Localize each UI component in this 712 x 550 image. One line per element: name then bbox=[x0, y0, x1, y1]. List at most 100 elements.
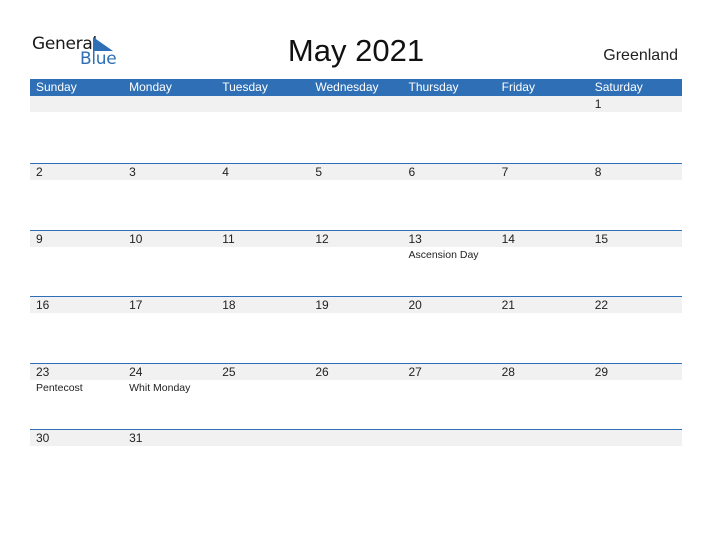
day-cell[interactable]: 24 Whit Monday bbox=[123, 364, 216, 430]
day-number: 4 bbox=[222, 165, 229, 179]
day-number: 2 bbox=[36, 165, 43, 179]
calendar-weeks: 1 2 3 4 5 6 7 8 9 10 11 12 13 Ascension Day 14 15 16 17 18… bbox=[30, 96, 682, 496]
day-number bbox=[595, 430, 682, 446]
day-cell[interactable]: 21 bbox=[496, 297, 589, 363]
weekday-header: Sunday Monday Tuesday Wednesday Thursday Frid… bbox=[30, 79, 682, 96]
day-number: 9 bbox=[36, 231, 43, 246]
holiday-label: Ascension Day bbox=[408, 248, 479, 261]
day-cell[interactable]: 30 bbox=[30, 430, 123, 496]
day-number: 25 bbox=[222, 364, 236, 379]
day-cell[interactable]: 11 bbox=[216, 231, 309, 297]
day-cell[interactable]: 31 bbox=[123, 430, 216, 496]
day-cell[interactable]: 26 bbox=[309, 364, 402, 430]
weekday-tuesday: Tuesday bbox=[222, 80, 268, 94]
day-number: 20 bbox=[408, 298, 422, 312]
day-cell[interactable]: 5 bbox=[309, 164, 402, 230]
day-number bbox=[36, 96, 123, 112]
day-number bbox=[502, 96, 589, 112]
day-number bbox=[409, 430, 496, 446]
holiday-label: Whit Monday bbox=[129, 381, 191, 394]
empty-day-cell bbox=[30, 96, 123, 163]
day-number: 21 bbox=[501, 298, 515, 312]
weekday-saturday: Saturday bbox=[594, 80, 643, 94]
weekday-wednesday: Wednesday bbox=[315, 80, 379, 94]
day-cell[interactable]: 12 bbox=[309, 231, 402, 297]
day-cell[interactable]: 10 bbox=[123, 231, 216, 297]
day-cell[interactable]: 28 bbox=[496, 364, 589, 430]
day-cell[interactable]: 8 bbox=[589, 164, 682, 230]
day-number bbox=[315, 430, 402, 446]
day-cell[interactable]: 9 bbox=[30, 231, 123, 297]
week-row: 1 bbox=[30, 96, 682, 163]
day-number: 23 bbox=[36, 364, 50, 379]
empty-day-cell bbox=[589, 430, 682, 496]
day-number bbox=[222, 430, 309, 446]
day-number: 10 bbox=[129, 231, 143, 246]
day-number: 19 bbox=[315, 298, 329, 312]
day-number: 14 bbox=[501, 231, 515, 246]
day-number: 29 bbox=[594, 364, 609, 379]
day-number: 18 bbox=[222, 298, 236, 312]
day-number: 8 bbox=[594, 165, 602, 179]
weekday-thursday: Thursday bbox=[408, 80, 459, 94]
day-cell[interactable]: 1 bbox=[589, 96, 682, 163]
day-number: 6 bbox=[408, 165, 416, 179]
empty-day-cell bbox=[309, 430, 402, 496]
weekday-friday: Friday bbox=[501, 80, 535, 94]
day-cell[interactable]: 23 Pentecost bbox=[30, 364, 123, 430]
day-cell[interactable]: 15 bbox=[589, 231, 682, 297]
day-cell[interactable]: 3 bbox=[123, 164, 216, 230]
day-number: 26 bbox=[315, 364, 329, 379]
day-number: 24 bbox=[129, 364, 143, 379]
calendar-grid: Sunday Monday Tuesday Wednesday Thursday Frid… bbox=[30, 79, 682, 496]
day-cell[interactable]: 6 bbox=[403, 164, 496, 230]
week-row: 9 10 11 12 13 Ascension Day 14 15 bbox=[30, 229, 682, 297]
empty-day-cell bbox=[496, 96, 589, 163]
day-cell[interactable]: 22 bbox=[589, 297, 682, 363]
day-number bbox=[409, 96, 496, 112]
day-cell[interactable]: 27 bbox=[403, 364, 496, 430]
day-number: 30 bbox=[36, 431, 50, 445]
weekday-sunday: Sunday bbox=[36, 80, 77, 94]
day-number: 13 bbox=[408, 231, 422, 246]
day-cell[interactable]: 14 bbox=[496, 231, 589, 297]
week-row: 30 31 bbox=[30, 429, 682, 496]
empty-day-cell bbox=[403, 430, 496, 496]
empty-day-cell bbox=[216, 96, 309, 163]
day-cell[interactable]: 19 bbox=[309, 297, 402, 363]
week-row: 2 3 4 5 6 7 8 bbox=[30, 163, 682, 230]
empty-day-cell bbox=[123, 96, 216, 163]
day-cell[interactable]: 29 bbox=[589, 364, 682, 430]
day-number bbox=[129, 96, 216, 112]
empty-day-cell bbox=[216, 430, 309, 496]
holiday-label: Pentecost bbox=[36, 381, 83, 394]
day-number: 11 bbox=[222, 231, 235, 246]
day-number: 15 bbox=[594, 231, 609, 246]
day-number bbox=[222, 96, 309, 112]
empty-day-cell bbox=[309, 96, 402, 163]
day-cell[interactable]: 13 Ascension Day bbox=[403, 231, 496, 297]
day-number: 1 bbox=[594, 97, 602, 111]
day-cell[interactable]: 16 bbox=[30, 297, 123, 363]
day-number bbox=[315, 96, 402, 112]
day-number: 5 bbox=[315, 165, 323, 179]
empty-day-cell bbox=[496, 430, 589, 496]
day-number: 28 bbox=[501, 364, 515, 379]
day-number: 31 bbox=[129, 431, 143, 445]
day-cell[interactable]: 2 bbox=[30, 164, 123, 230]
day-number: 22 bbox=[594, 298, 609, 312]
day-cell[interactable]: 25 bbox=[216, 364, 309, 430]
country-label: Greenland bbox=[603, 47, 678, 64]
day-number bbox=[502, 430, 589, 446]
day-cell[interactable]: 17 bbox=[123, 297, 216, 363]
day-cell[interactable]: 4 bbox=[216, 164, 309, 230]
day-number: 3 bbox=[129, 165, 136, 179]
day-number: 27 bbox=[408, 364, 422, 379]
day-number: 7 bbox=[501, 165, 509, 179]
day-cell[interactable]: 7 bbox=[496, 164, 589, 230]
week-row: 16 17 18 19 20 21 22 bbox=[30, 296, 682, 363]
day-cell[interactable]: 18 bbox=[216, 297, 309, 363]
empty-day-cell bbox=[403, 96, 496, 163]
day-number: 12 bbox=[315, 231, 329, 246]
day-cell[interactable]: 20 bbox=[403, 297, 496, 363]
